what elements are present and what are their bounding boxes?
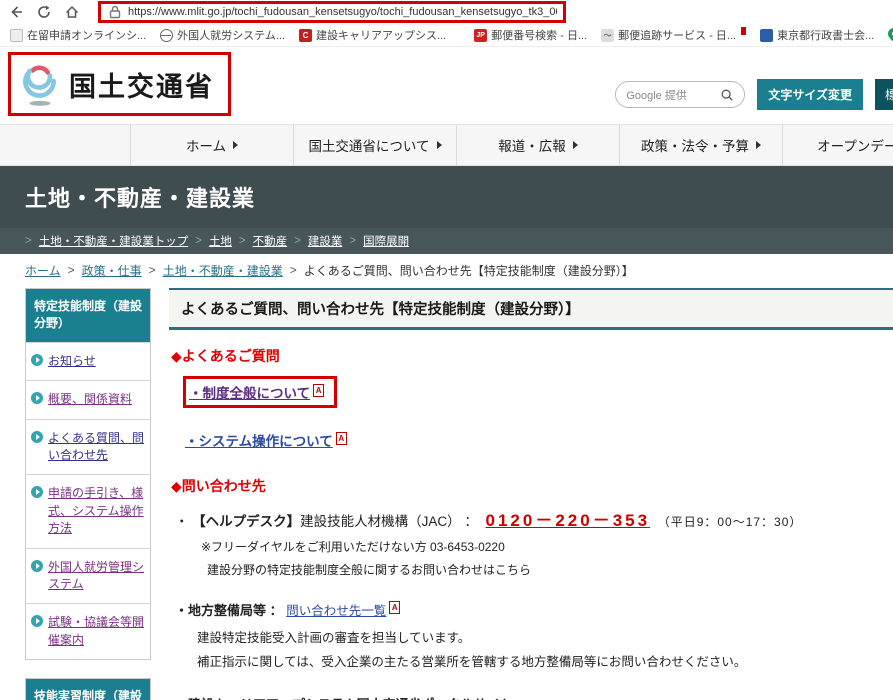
faq-link-annotation-box: ・制度全般についてA <box>183 376 337 408</box>
bookmark-item[interactable]: C建設キャリアアップシス... <box>299 27 446 43</box>
breadcrumb-section[interactable]: 土地・不動産・建設業 <box>163 262 283 279</box>
banner-link-fudousan[interactable]: 不動産 <box>253 233 288 249</box>
tracking-icon: ～ <box>601 29 614 42</box>
arrow-circle-icon <box>31 354 43 366</box>
sidebar: 特定技能制度（建設分野） お知らせ 概要、関係資料 よくある質問、問い合わせ先 … <box>25 288 151 700</box>
nav-item-opendata[interactable]: オープンデータ <box>782 125 893 165</box>
sidebar-item-oshirase[interactable]: お知らせ <box>26 342 150 380</box>
home-icon[interactable] <box>64 4 80 20</box>
japan-post-icon: JP <box>474 29 487 42</box>
browser-toolbar: https://www.mlit.go.jp/tochi_fudousan_ke… <box>0 0 893 24</box>
global-nav: ホーム 国土交通省について 報道・広報 政策・法令・予算 オープンデータ <box>0 124 893 166</box>
lock-icon <box>107 4 123 20</box>
sidebar-item-shiken[interactable]: 試験・協議会等開催案内 <box>26 603 150 659</box>
page-title: よくあるご質問、問い合わせ先【特定技能制度（建設分野）】 <box>169 288 893 330</box>
helpdesk-note-general: 建設分野の特定技能制度全般に関するお問い合わせはこちら <box>207 561 893 578</box>
site-logo-text[interactable]: 国土交通省 <box>69 65 214 104</box>
arrow-circle-icon <box>31 560 43 572</box>
bookmarks-bar: 在留申請オンラインシ... 外国人就労システム... C建設キャリアアップシス.… <box>0 24 893 47</box>
sidebar-section-title: 技能実習制度（建設分野） <box>26 679 150 700</box>
bookmark-item[interactable]: 東京都行政書士会... <box>760 27 874 43</box>
main-content: よくあるご質問、問い合わせ先【特定技能制度（建設分野）】 ◆よくあるご質問 ・制… <box>169 288 893 700</box>
bookmark-item[interactable]: Google マップ <box>888 27 893 43</box>
faq-link-general[interactable]: ・制度全般について <box>189 386 310 401</box>
arrow-circle-icon <box>31 615 43 627</box>
logo-annotation-box: 国土交通省 <box>8 52 231 116</box>
bookmark-item[interactable]: 外国人就労システム... <box>160 27 285 43</box>
contact-heading: ◆問い合わせ先 <box>171 476 893 496</box>
sidebar-section-ginou: 技能実習制度（建設分野） 背景、概要 各種資料 <box>25 678 151 700</box>
site-header: 国土交通省 Google 提供 文字サイズ変更 標準 <box>0 47 893 124</box>
tokyo-gyosei-icon <box>760 29 773 42</box>
section-banner-links: >土地・不動産・建設業トップ >土地 >不動産 >建設業 >国際展開 <box>0 228 893 254</box>
globe-icon <box>160 29 173 42</box>
nav-item-about[interactable]: 国土交通省について <box>293 125 456 165</box>
mlit-logo-icon[interactable] <box>19 61 61 107</box>
regional-contact-list-link[interactable]: 問い合わせ先一覧 <box>286 604 386 618</box>
breadcrumb-policy[interactable]: 政策・仕事 <box>82 262 142 279</box>
site-search-input[interactable]: Google 提供 <box>615 81 745 108</box>
helpdesk-hours: （平日9：00～17：30） <box>658 515 803 529</box>
helpdesk-phone-link[interactable]: 0120－220－353 <box>486 511 651 530</box>
banner-link-kokusai[interactable]: 国際展開 <box>363 233 409 249</box>
nav-item-home[interactable]: ホーム <box>130 125 293 165</box>
bookmark-item[interactable]: JP郵便番号検索 - 日... <box>474 27 587 43</box>
banner-link-kensetsugyo[interactable]: 建設業 <box>308 233 343 249</box>
pdf-icon: A <box>313 384 324 397</box>
arrow-circle-icon <box>31 431 43 443</box>
header-controls: Google 提供 文字サイズ変更 標準 <box>615 79 893 110</box>
faq-link-system[interactable]: ・システム操作について <box>185 434 333 449</box>
font-size-change-button[interactable]: 文字サイズ変更 <box>757 79 863 110</box>
search-provider-label: Google 提供 <box>626 87 687 103</box>
chevron-right-icon <box>756 141 761 149</box>
bookmark-item[interactable]: 在留申請オンラインシ... <box>10 27 146 43</box>
url-bar-annotation-box: https://www.mlit.go.jp/tochi_fudousan_ke… <box>98 1 566 23</box>
chevron-right-icon <box>233 141 238 149</box>
red-badge-icon <box>741 27 746 35</box>
breadcrumb-home[interactable]: ホーム <box>25 262 61 279</box>
breadcrumb: ホーム > 政策・仕事 > 土地・不動産・建設業 > よくあるご質問、問い合わせ… <box>0 256 893 284</box>
chevron-right-icon <box>573 141 578 149</box>
page-icon <box>10 29 23 42</box>
breadcrumb-current: よくあるご質問、問い合わせ先【特定技能制度（建設分野）】 <box>304 262 634 279</box>
font-size-standard-button[interactable]: 標準 <box>875 79 893 110</box>
regional-note-2: 補正指示に関しては、受入企業の主たる営業所を管轄する地方整備局等にお問い合わせく… <box>197 651 893 670</box>
nav-item-press[interactable]: 報道・広報 <box>456 125 619 165</box>
pdf-icon: A <box>389 601 400 614</box>
sidebar-item-faq[interactable]: よくある質問、問い合わせ先 <box>26 419 150 475</box>
arrow-circle-icon <box>31 486 43 498</box>
sidebar-item-shuurou[interactable]: 外国人就労管理システム <box>26 548 150 604</box>
regional-note-1: 建設特定技能受入計画の審査を担当しています。 <box>197 627 893 646</box>
banner-link-top[interactable]: 土地・不動産・建設業トップ <box>39 233 189 249</box>
helpdesk-label: 【ヘルプデスク】 <box>192 514 300 529</box>
sidebar-item-shinsei[interactable]: 申請の手引き、様式、システム操作方法 <box>26 474 150 547</box>
sidebar-section-title: 特定技能制度（建設分野） <box>26 289 150 342</box>
helpdesk-row: ・ 【ヘルプデスク】建設技能人材機構（JAC） ： 0120－220－353 （… <box>175 506 893 531</box>
pdf-icon: A <box>336 432 347 445</box>
banner-link-tochi[interactable]: 土地 <box>209 233 232 249</box>
sidebar-item-gaiyou[interactable]: 概要、関係資料 <box>26 380 150 418</box>
ccus-portal-row: ・建設キャリアアップシステム国土交通省ポータルサイト ： https://www… <box>175 694 893 700</box>
helpdesk-note-freedial: ※フリーダイヤルをご利用いただけない方 03-6453-0220 <box>201 538 893 555</box>
faq-heading: ◆よくあるご質問 <box>171 346 893 366</box>
reload-icon[interactable] <box>36 4 52 20</box>
url-text[interactable]: https://www.mlit.go.jp/tochi_fudousan_ke… <box>128 6 557 18</box>
ccus-favicon-icon: C <box>299 29 312 42</box>
chevron-right-icon <box>437 141 442 149</box>
sidebar-section-tokutei: 特定技能制度（建設分野） お知らせ 概要、関係資料 よくある質問、問い合わせ先 … <box>25 288 151 660</box>
nav-item-policy[interactable]: 政策・法令・予算 <box>619 125 782 165</box>
back-icon[interactable] <box>8 4 24 20</box>
arrow-circle-icon <box>31 392 43 404</box>
maps-pin-icon <box>888 28 893 42</box>
regional-row: ・地方整備局等 ： 問い合わせ先一覧A <box>175 600 893 619</box>
bookmark-item[interactable]: ～郵便追跡サービス - 日... <box>601 27 746 43</box>
section-banner-title: 土地・不動産・建設業 <box>0 166 893 228</box>
search-icon[interactable] <box>720 88 734 102</box>
